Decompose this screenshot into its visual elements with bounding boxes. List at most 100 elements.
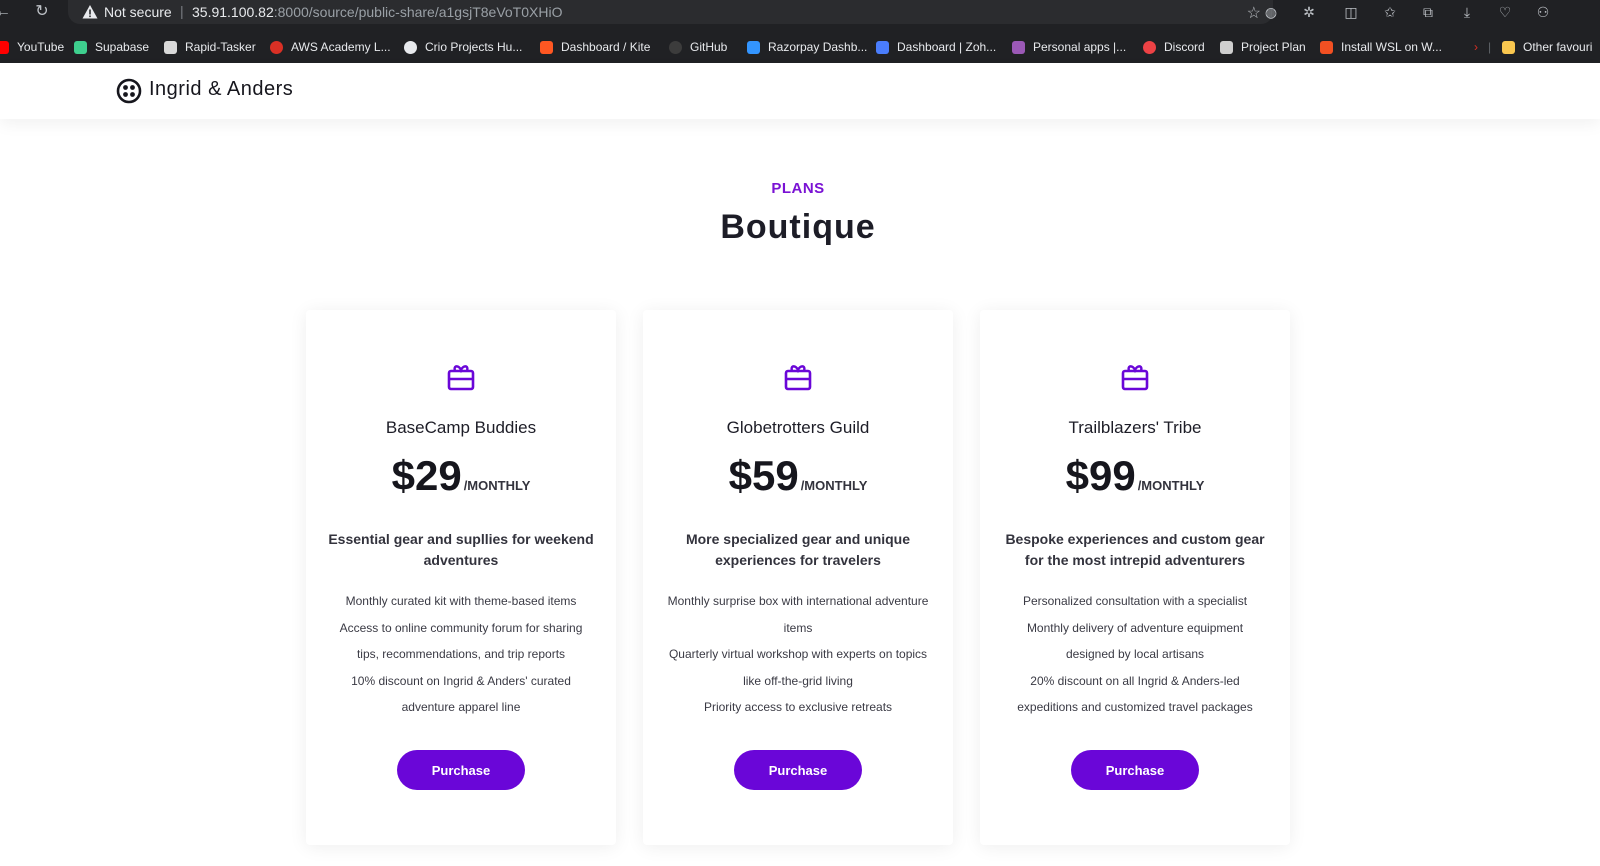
site-header: Ingrid & Anders — [0, 63, 1600, 119]
url-host: 35.91.100.82 — [192, 4, 274, 20]
plan-description: More specialized gear and unique experie… — [685, 531, 911, 568]
chevron-right-icon[interactable]: › — [1474, 36, 1478, 58]
bookmark-kite[interactable]: Dashboard / Kite — [540, 36, 650, 58]
bookmark-label: GitHub — [690, 40, 728, 54]
aws-icon — [270, 40, 283, 54]
favorites-icon[interactable]: ✩ — [1381, 3, 1399, 21]
brand-name[interactable]: Ingrid & Anders — [149, 78, 293, 101]
bookmark-label: Personal apps |... — [1033, 40, 1127, 54]
split-screen-icon[interactable]: ◫ — [1342, 3, 1360, 21]
feature-item: 10% discount on Ingrid & Anders' curated… — [351, 673, 571, 715]
price-period: /MONTHLY — [800, 478, 868, 493]
feature-item: Monthly delivery of adventure equipment … — [1026, 620, 1244, 662]
reload-icon[interactable]: ↻ — [33, 3, 51, 21]
price-amount: $59 — [728, 452, 799, 499]
bookmark-zoho[interactable]: Dashboard | Zoh... — [876, 36, 996, 58]
bookmark-star-icon[interactable]: ☆ — [1247, 3, 1261, 23]
bookmark-label: Supabase — [95, 40, 150, 54]
bookmark-label: Discord — [1164, 40, 1205, 54]
feature-list: Monthly curated kit with theme-based ite… — [328, 588, 594, 721]
youtube-icon — [0, 40, 9, 54]
purchase-button[interactable]: Purchase — [1071, 750, 1199, 790]
feature-item: Quarterly virtual workshop with experts … — [668, 647, 928, 688]
plan-price: $99 /MONTHLY — [980, 452, 1290, 500]
bookmark-youtube[interactable]: YouTube — [0, 36, 64, 58]
mail-icon — [164, 40, 177, 54]
downloads-icon[interactable]: ⤓ — [1458, 3, 1476, 21]
bookmarks-bar: YouTube Supabase Rapid-Tasker AWS Academ… — [0, 36, 1600, 58]
price-amount: $99 — [1065, 452, 1136, 499]
plan-description: Essential gear and supllies for weekend … — [328, 531, 594, 568]
razorpay-icon — [747, 40, 760, 54]
address-bar[interactable]: Not secure | 35.91.100.82:8000/source/pu… — [68, 0, 1273, 24]
plan-card: Globetrotters Guild $59 /MONTHLY More sp… — [643, 310, 953, 845]
bookmark-label: Install WSL on W... — [1341, 40, 1442, 54]
feature-item: Monthly curated kit with theme-based ite… — [345, 594, 577, 608]
page-title: Boutique — [720, 208, 876, 246]
address-bar-row: ← ↻ Not secure | 35.91.100.82:8000/sourc… — [0, 0, 1600, 25]
bookmark-install-wsl[interactable]: Install WSL on W... — [1320, 36, 1442, 58]
discord-icon — [1143, 40, 1156, 54]
feature-item: Personalized consultation with a special… — [1022, 594, 1248, 608]
document-icon — [1220, 40, 1233, 54]
gift-box-icon — [784, 365, 812, 391]
plan-card: Trailblazers' Tribe $99 /MONTHLY Bespoke… — [980, 310, 1290, 845]
url-path: :8000/source/public-share/a1gsjT8eVoT0XH… — [273, 4, 563, 20]
bookmark-label: Other favouri — [1523, 40, 1593, 54]
purchase-button[interactable]: Purchase — [734, 750, 862, 790]
folder-icon — [1502, 40, 1515, 54]
personal-apps-icon — [1012, 40, 1025, 54]
bookmark-label: Dashboard / Kite — [561, 40, 651, 54]
bookmark-razorpay[interactable]: Razorpay Dashb... — [747, 36, 867, 58]
plan-description: Bespoke experiences and custom gear for … — [1005, 531, 1265, 568]
plan-name: Trailblazers' Tribe — [1068, 418, 1202, 437]
bookmark-rapid-tasker[interactable]: Rapid-Tasker — [164, 36, 256, 58]
feature-item: Priority access to exclusive retreats — [703, 700, 893, 714]
extensions-puzzle-icon[interactable]: ✲ — [1300, 3, 1318, 21]
bookmark-label: AWS Academy L... — [291, 40, 391, 54]
bookmark-project-plan[interactable]: Project Plan — [1220, 36, 1306, 58]
bookmark-label: Rapid-Tasker — [185, 40, 256, 54]
logo-icon[interactable] — [116, 78, 142, 104]
feature-list: Monthly surprise box with international … — [665, 588, 931, 721]
gift-box-icon — [1121, 365, 1149, 391]
url-text[interactable]: 35.91.100.82:8000/source/public-share/a1… — [192, 4, 562, 20]
windows-icon — [1320, 40, 1333, 54]
price-amount: $29 — [391, 452, 462, 499]
github-icon — [669, 40, 682, 54]
crio-icon — [404, 40, 417, 54]
copilot-icon[interactable]: ⚇ — [1534, 3, 1552, 21]
collections-icon[interactable]: ⧉ — [1419, 3, 1437, 21]
bookmark-supabase[interactable]: Supabase — [74, 36, 149, 58]
browser-essentials-icon[interactable]: ♡ — [1496, 3, 1514, 21]
feature-item: Access to online community forum for sha… — [339, 620, 583, 662]
plan-name: BaseCamp Buddies — [385, 418, 537, 437]
price-period: /MONTHLY — [463, 478, 531, 493]
plan-card: BaseCamp Buddies $29 /MONTHLY Essential … — [306, 310, 616, 845]
security-label[interactable]: Not secure — [104, 4, 172, 20]
omnibox-divider: | — [180, 3, 184, 19]
bookmark-aws-academy[interactable]: AWS Academy L... — [270, 36, 391, 58]
purchase-button[interactable]: Purchase — [397, 750, 525, 790]
warning-icon — [82, 5, 98, 19]
profile-extension-icon[interactable]: ◍ — [1262, 3, 1280, 21]
bookmark-label: Dashboard | Zoh... — [897, 40, 997, 54]
feature-item: 20% discount on all Ingrid & Anders-led … — [1017, 673, 1253, 715]
feature-list: Personalized consultation with a special… — [1002, 588, 1268, 721]
plan-price: $59 /MONTHLY — [643, 452, 953, 500]
zoho-icon — [876, 40, 889, 54]
bookmark-discord[interactable]: Discord — [1143, 36, 1205, 58]
bookmark-label: Razorpay Dashb... — [768, 40, 868, 54]
back-icon[interactable]: ← — [0, 3, 12, 21]
kite-icon — [540, 40, 553, 54]
gift-box-icon — [447, 365, 475, 391]
section-eyebrow: PLANS — [771, 180, 825, 197]
supabase-icon — [74, 40, 87, 54]
bookmark-other-favourites[interactable]: Other favouri — [1502, 36, 1592, 58]
plan-name: Globetrotters Guild — [726, 418, 870, 437]
feature-item: Monthly surprise box with international … — [667, 594, 929, 635]
bookmark-personal-apps[interactable]: Personal apps |... — [1012, 36, 1126, 58]
price-period: /MONTHLY — [1137, 478, 1205, 493]
bookmark-crio[interactable]: Crio Projects Hu... — [404, 36, 522, 58]
bookmark-github[interactable]: GitHub — [669, 36, 727, 58]
